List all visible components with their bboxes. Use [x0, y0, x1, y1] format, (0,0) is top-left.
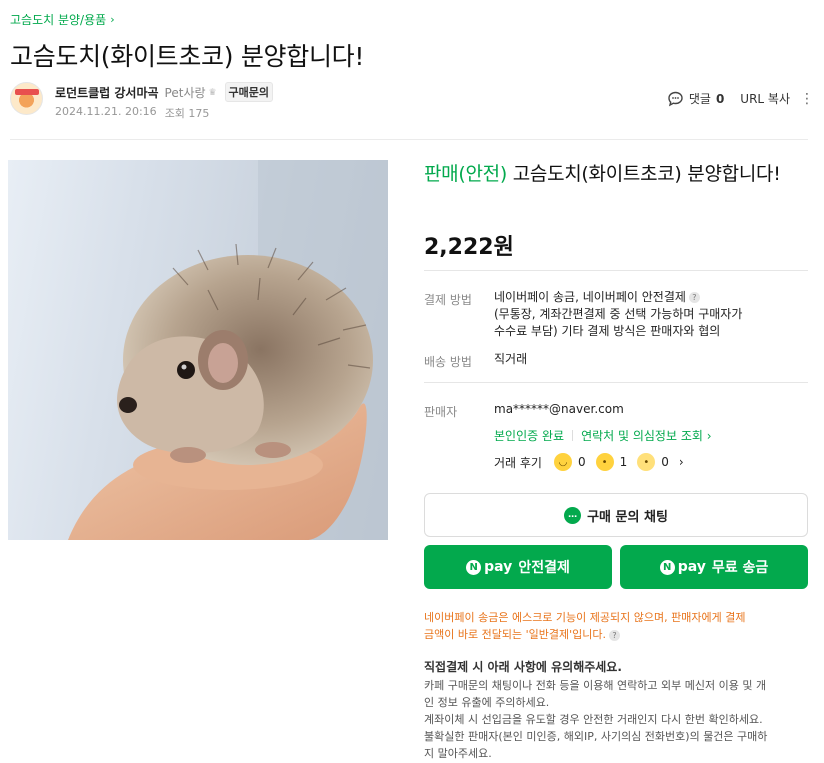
payment-method-label: 결제 방법 — [424, 293, 472, 307]
direct-payment-notice-title: 직접결제 시 아래 사항에 유의해주세요. — [424, 660, 622, 674]
notice-line: 카페 구매문의 채팅이나 전화 등을 이용해 연락하고 외부 메신저 이용 및 … — [424, 679, 767, 692]
product-image[interactable] — [8, 160, 388, 540]
shipping-method-label: 배송 방법 — [424, 355, 472, 369]
trade-review-row[interactable]: 거래 후기 ◡ 0 • 1 • 0 › — [494, 453, 684, 471]
identity-verified: 본인인증 완료 — [494, 429, 565, 443]
payment-line1: 네이버페이 송금, 네이버페이 안전결제 — [494, 290, 686, 304]
comment-button[interactable]: 댓글 0 — [667, 90, 724, 107]
post-meta: 2024.11.21. 20:16 조회 175 — [55, 105, 209, 121]
hedgehog-photo — [68, 160, 388, 540]
npay-safe-payment-button[interactable]: N pay 안전결제 — [424, 545, 612, 589]
review-count-good: 0 — [577, 455, 586, 469]
npay-logo: N pay — [466, 559, 512, 575]
warning-line2: 금액이 바로 전달되는 '일반결제'입니다. — [424, 628, 606, 641]
price-divider — [424, 270, 808, 271]
author-level: Pet사랑 ♛ — [165, 84, 219, 101]
author-row: 로던트클럽 강서마곡 Pet사랑 ♛ 구매문의 — [55, 82, 274, 102]
help-icon[interactable]: ? — [608, 629, 620, 641]
chevron-right-icon: › — [678, 455, 684, 469]
url-copy-button[interactable]: URL 복사 — [740, 90, 790, 107]
payment-method-value: 네이버페이 송금, 네이버페이 안전결제? (무통장, 계좌간편결제 중 선택 … — [494, 289, 808, 340]
avatar[interactable] — [10, 82, 43, 115]
buy-inquiry-badge: 구매문의 — [224, 82, 274, 102]
comment-icon — [668, 91, 683, 106]
more-options-icon[interactable]: ⋮ — [800, 91, 814, 107]
post-date: 2024.11.21. 20:16 — [55, 105, 157, 118]
notice-line: 인 정보 유출에 주의하세요. — [424, 696, 550, 709]
review-count-neutral: 1 — [619, 455, 628, 469]
npay-logo: N pay — [659, 559, 706, 575]
trade-review-label: 거래 후기 — [494, 455, 542, 470]
payment-line3: 수수료 부담) 기타 결제 방식은 판매자와 협의 — [494, 324, 721, 338]
product-title: 판매(안전) 고슴도치(화이트초코) 분양합니다! — [424, 160, 808, 188]
shipping-method-value: 직거래 — [494, 352, 528, 366]
post-actions: 댓글 0 URL 복사 ⋮ — [667, 90, 814, 107]
sale-status: 판매(안전) — [424, 163, 507, 185]
chevron-right-icon: › — [706, 429, 712, 443]
npay-logo-text: pay — [484, 559, 513, 575]
author-level-label: Pet사랑 — [164, 85, 206, 100]
post-views: 조회 175 — [164, 107, 210, 120]
product-price: 2,222원 — [424, 235, 514, 260]
purchase-chat-button[interactable]: … 구매 문의 채팅 — [424, 493, 808, 537]
contact-check-label: 연락처 및 의심정보 조회 — [581, 429, 703, 443]
notice-line: 불확실한 판매자(본인 미인증, 해외IP, 사기의심 전화번호)의 물건은 구… — [424, 730, 768, 743]
safe-payment-label: 안전결제 — [518, 560, 570, 576]
smile-emoji-icon: • — [595, 453, 614, 471]
npay-free-transfer-button[interactable]: N pay 무료 송금 — [620, 545, 808, 589]
seller-label: 판매자 — [424, 405, 458, 419]
npay-n-icon: N — [466, 559, 482, 575]
breadcrumb[interactable]: 고슴도치 분양/용품 › — [10, 11, 115, 28]
npay-warning: 네이버페이 송금은 에스크로 기능이 제공되지 않으며, 판매자에게 결제 금액… — [424, 609, 808, 643]
shipping-divider — [424, 382, 808, 383]
notice-line: 계좌이체 시 선입금을 유도할 경우 안전한 거래인지 다시 한번 확인하세요. — [424, 713, 763, 726]
product-title-text: 고슴도치(화이트초코) 분양합니다! — [512, 163, 781, 185]
breadcrumb-label[interactable]: 고슴도치 분양/용품 — [10, 11, 106, 28]
comment-label: 댓글 — [688, 92, 711, 106]
payment-line2: (무통장, 계좌간편결제 중 선택 가능하며 구매자가 — [494, 307, 743, 321]
help-icon[interactable]: ? — [688, 292, 700, 303]
chat-label: 구매 문의 채팅 — [587, 509, 668, 525]
crown-icon: ♛ — [208, 88, 217, 98]
free-transfer-label: 무료 송금 — [711, 560, 769, 576]
seller-email: ma******@naver.com — [494, 402, 624, 416]
seller-verify-row: 본인인증 완료 연락처 및 의심정보 조회 › — [494, 427, 712, 444]
page-title: 고슴도치(화이트초코) 분양합니다! — [10, 42, 365, 71]
npay-logo-text: pay — [677, 559, 706, 575]
sad-emoji-icon: • — [637, 453, 656, 471]
chat-icon: … — [564, 506, 582, 524]
npay-n-icon: N — [659, 559, 675, 575]
direct-payment-notice: 카페 구매문의 채팅이나 전화 등을 이용해 연락하고 외부 메신저 이용 및 … — [424, 677, 808, 762]
header-divider — [10, 139, 808, 140]
author-name[interactable]: 로던트클럽 강서마곡 — [55, 84, 159, 101]
laugh-emoji-icon: ◡ — [553, 453, 572, 471]
separator — [572, 430, 574, 441]
contact-check-link[interactable]: 연락처 및 의심정보 조회 › — [581, 427, 712, 444]
review-count-bad: 0 — [661, 455, 669, 469]
chevron-right-icon: › — [110, 13, 115, 26]
comment-count: 0 — [715, 91, 725, 106]
warning-line1: 네이버페이 송금은 에스크로 기능이 제공되지 않으며, 판매자에게 결제 — [424, 611, 746, 624]
notice-line: 지 말아주세요. — [424, 747, 492, 760]
